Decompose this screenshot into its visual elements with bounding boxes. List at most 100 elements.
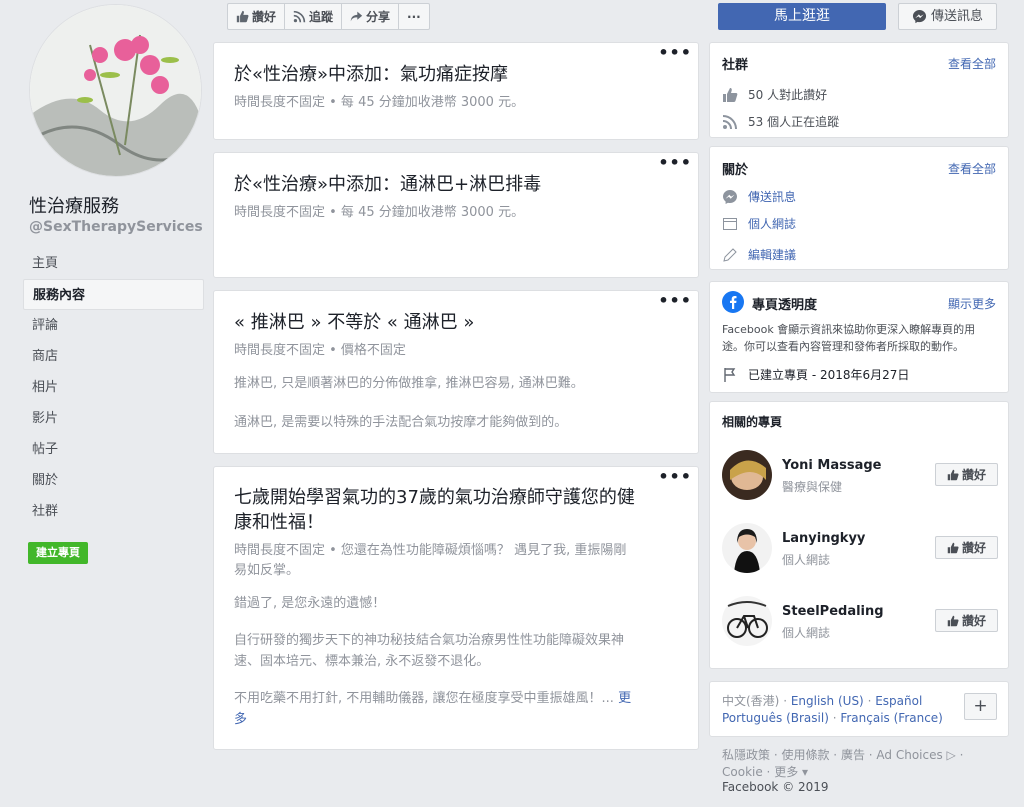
language-option[interactable]: Español (875, 694, 922, 708)
service-card[interactable]: ••• 於«性治療»中添加：氣功痛症按摩 時間長度不固定 • 每 45 分鐘加收… (213, 42, 699, 140)
community-see-all-link[interactable]: 查看全部 (948, 55, 996, 72)
language-option[interactable]: Français (France) (840, 711, 943, 725)
about-see-all-link[interactable]: 查看全部 (948, 160, 996, 177)
related-page-item[interactable]: Yoni Massage 醫療與保健 讚好 (722, 450, 998, 504)
related-page-avatar[interactable] (722, 450, 772, 500)
related-page-avatar[interactable] (722, 596, 772, 646)
transparency-title: 專頁透明度 (752, 298, 818, 313)
footer-link-privacy[interactable]: 私隱政策 (722, 748, 770, 762)
send-message-button[interactable]: 傳送訊息 (898, 3, 997, 30)
browser-window-icon (723, 217, 737, 230)
card-more-icon[interactable]: ••• (658, 45, 692, 61)
service-title-line: 康和性福！ (234, 512, 324, 533)
about-category-row[interactable]: 個人網誌 (722, 215, 796, 232)
card-more-icon[interactable]: ••• (658, 155, 692, 171)
footer-link-ads[interactable]: 廣告 (841, 748, 865, 762)
footer-link-more[interactable]: 更多 (774, 765, 798, 779)
language-option[interactable]: Português (Brasil) (722, 711, 829, 725)
nav-item-community[interactable]: 社群 (23, 496, 204, 527)
page-action-bar: 讚好 追蹤 分享 ··· (227, 3, 430, 30)
service-meta-line: 時間長度不固定 • 您還在為性功能障礙煩惱嗎？ 遇見了我, 重振陽剛 (234, 543, 627, 558)
service-title[interactable]: 於«性治療»中添加：通淋巴+淋巴排毒 (234, 172, 541, 197)
community-follows-row: 53 個人正在追蹤 (722, 113, 839, 130)
footer-link-cookies[interactable]: Cookie (722, 765, 763, 779)
related-page-item[interactable]: Lanyingkyy 個人網誌 讚好 (722, 523, 998, 577)
related-page-like-button[interactable]: 讚好 (935, 463, 998, 486)
nav-item-photos[interactable]: 相片 (23, 372, 204, 403)
related-page-name[interactable]: SteelPedaling (782, 604, 884, 619)
footer-link-adchoices[interactable]: Ad Choices (876, 748, 942, 762)
nav-item-reviews[interactable]: 評論 (23, 310, 204, 341)
about-suggest-edits-row[interactable]: 編輯建議 (722, 246, 796, 263)
community-panel: 社群 查看全部 50 人對此讚好 53 個人正在追蹤 (709, 42, 1009, 138)
like-label: 讚好 (252, 10, 277, 24)
service-card[interactable]: ••• « 推淋巴 » 不等於 « 通淋巴 » 時間長度不固定 • 價格不固定 … (213, 290, 699, 454)
service-title[interactable]: 於«性治療»中添加：氣功痛症按摩 (234, 62, 508, 87)
page-profile-picture[interactable] (29, 4, 202, 177)
service-card[interactable]: ••• 於«性治療»中添加：通淋巴+淋巴排毒 時間長度不固定 • 每 45 分鐘… (213, 152, 699, 278)
related-page-like-button[interactable]: 讚好 (935, 609, 998, 632)
share-label: 分享 (366, 10, 391, 24)
shop-now-button[interactable]: 馬上逛逛 (718, 3, 886, 30)
see-more-link[interactable]: 更 (618, 691, 631, 706)
add-language-button[interactable]: + (964, 693, 997, 720)
related-page-avatar[interactable] (722, 523, 772, 573)
transparency-panel: 專頁透明度 顯示更多 Facebook 會顯示資訊來協助你更深入瞭解專頁的用 途… (709, 281, 1009, 393)
related-page-name[interactable]: Yoni Massage (782, 458, 881, 473)
rss-icon (293, 10, 306, 23)
create-page-button[interactable]: 建立專頁 (28, 542, 88, 564)
nav-item-about[interactable]: 關於 (23, 465, 204, 496)
page-nav: 主頁 服務內容 評論 商店 相片 影片 帖子 關於 社群 (23, 248, 204, 527)
share-button[interactable]: 分享 (342, 4, 400, 29)
current-language: 中文(香港) (722, 694, 780, 708)
transparency-description: Facebook 會顯示資訊來協助你更深入瞭解專頁的用 途。你可以查看內容管理和… (722, 321, 975, 355)
nav-item-services[interactable]: 服務內容 (23, 279, 204, 310)
related-page-name[interactable]: Lanyingkyy (782, 531, 865, 546)
nav-item-videos[interactable]: 影片 (23, 403, 204, 434)
service-meta-line: 易如反掌。 (234, 563, 300, 578)
language-selector: 中文(香港) · English (US) · Español Portuguê… (722, 694, 943, 725)
copyright: Facebook © 2019 (722, 780, 829, 794)
description-line: 速、固本培元、標本兼治, 永不返發不退化。 (234, 654, 490, 669)
service-title-line: 七歲開始學習氣功的37歲的氣功治療師守護您的健 (234, 487, 635, 508)
service-card[interactable]: ••• 七歲開始學習氣功的37歲的氣功治療師守護您的健 康和性福！ 時間長度不固… (213, 466, 699, 750)
about-title: 關於 (722, 163, 749, 178)
thumbs-up-icon (947, 469, 959, 480)
like-button[interactable]: 讚好 (228, 4, 286, 29)
card-more-icon[interactable]: ••• (658, 469, 692, 485)
service-meta: 時間長度不固定 • 您還在為性功能障礙煩惱嗎？ 遇見了我, 重振陽剛 易如反掌。 (234, 541, 626, 581)
about-message-row[interactable]: 傳送訊息 (722, 188, 796, 205)
footer-links: 私隱政策 · 使用條款 · 廣告 · Ad Choices ▷ · Cookie… (722, 748, 964, 779)
page-name[interactable]: 性治療服務 (29, 192, 119, 218)
card-more-icon[interactable]: ••• (658, 293, 692, 309)
nav-item-shop[interactable]: 商店 (23, 341, 204, 372)
share-arrow-icon (350, 11, 363, 22)
more-actions-button[interactable]: ··· (399, 4, 429, 29)
service-title[interactable]: « 推淋巴 » 不等於 « 通淋巴 » (234, 310, 474, 335)
page-handle: @SexTherapyServices (29, 219, 203, 235)
community-title: 社群 (722, 58, 749, 73)
service-description: 不用吃藥不用打針, 不用輔助儀器, 讓您在極度享受中重振雄風！... 更 多 (234, 688, 676, 730)
service-description: 自行研發的獨步天下的神功秘技結合氣功治療男性性功能障礙效果神 速、固本培元、標本… (234, 630, 676, 672)
related-pages-title: 相關的專頁 (722, 415, 783, 429)
thumbs-up-icon (723, 87, 738, 102)
about-category-label: 個人網誌 (748, 217, 797, 231)
service-description: 推淋巴, 只是順著淋巴的分佈做推拿, 推淋巴容易, 通淋巴難。 (234, 376, 584, 391)
nav-item-home[interactable]: 主頁 (23, 248, 204, 279)
service-title[interactable]: 七歲開始學習氣功的37歲的氣功治療師守護您的健 康和性福！ (234, 485, 635, 535)
see-more-link[interactable]: 多 (234, 712, 247, 727)
follows-count: 53 個人正在追蹤 (748, 115, 840, 129)
description-line: 不用吃藥不用打針, 不用輔助儀器, 讓您在極度享受中重振雄風！... (234, 691, 614, 706)
related-page-like-button[interactable]: 讚好 (935, 536, 998, 559)
follow-button[interactable]: 追蹤 (285, 4, 343, 29)
service-description: 通淋巴, 是需要以特殊的手法配合氣功按摩才能夠做到的。 (234, 415, 568, 430)
about-message-label: 傳送訊息 (748, 190, 797, 204)
thumbs-up-icon (947, 615, 959, 626)
facebook-logo-icon (722, 291, 744, 313)
transparency-see-more-link[interactable]: 顯示更多 (948, 295, 996, 312)
related-page-item[interactable]: SteelPedaling 個人網誌 讚好 (722, 596, 998, 650)
transparency-text-line: 途。你可以查看內容管理和發佈者所採取的動作。 (722, 340, 964, 353)
footer-link-terms[interactable]: 使用條款 (781, 748, 829, 762)
nav-item-posts[interactable]: 帖子 (23, 434, 204, 465)
language-option[interactable]: English (US) (791, 694, 864, 708)
